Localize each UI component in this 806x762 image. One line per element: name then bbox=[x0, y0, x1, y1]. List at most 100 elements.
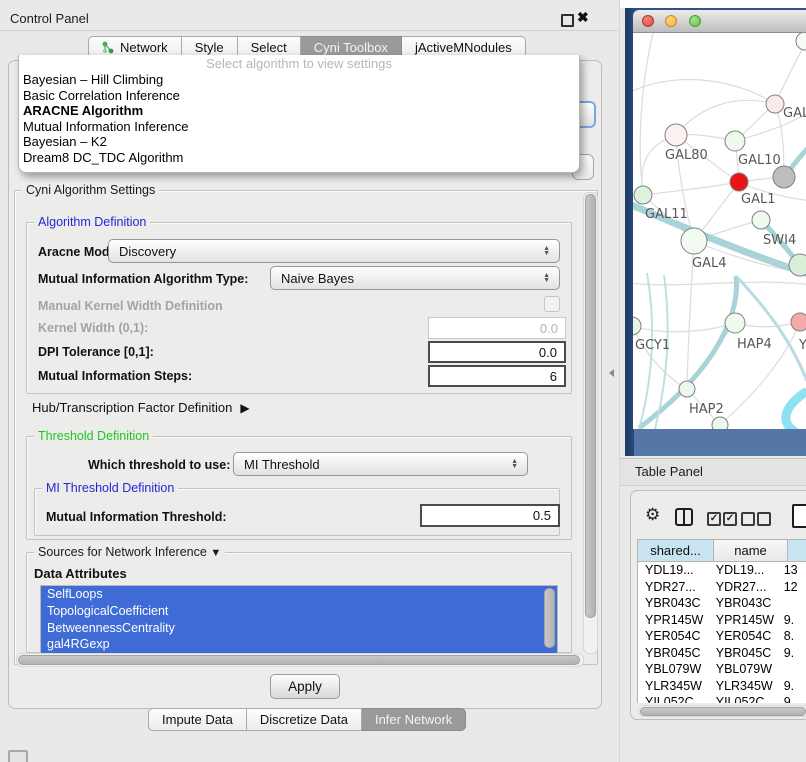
network-edge[interactable] bbox=[643, 182, 739, 195]
attribute-item-gal4rgexp[interactable]: gal4RGexp bbox=[41, 636, 557, 653]
zoom-window-icon[interactable] bbox=[689, 15, 701, 27]
table-horizontal-scrollbar-thumb[interactable] bbox=[640, 707, 806, 716]
tab-discretize-data[interactable]: Discretize Data bbox=[247, 708, 362, 731]
tab-impute-data[interactable]: Impute Data bbox=[148, 708, 247, 731]
table-cell: YBR045C bbox=[709, 646, 777, 660]
kernel-width-input[interactable]: 0.0 bbox=[428, 317, 566, 339]
table-row[interactable]: YDR27...YDR27...12 bbox=[638, 579, 806, 596]
deselect-checkbox2-icon[interactable] bbox=[757, 512, 771, 526]
table-cell: YLR345W bbox=[638, 679, 709, 693]
algorithm-option-bayesian-k2[interactable]: Bayesian – K2 bbox=[19, 134, 579, 150]
network-window[interactable]: GALGAL80GAL10GAL1GAL11SWI4GAL4GCY1HAP4YH… bbox=[633, 10, 806, 428]
node-label-gal10: GAL10 bbox=[738, 153, 781, 168]
settings-horizontal-scrollbar-thumb[interactable] bbox=[18, 655, 580, 665]
sources-title-text: Sources for Network Inference bbox=[38, 545, 207, 559]
columns-icon[interactable] bbox=[675, 508, 693, 526]
dpi-tolerance-input[interactable]: 0.0 bbox=[428, 341, 566, 363]
table-row[interactable]: YBL079WYBL079W bbox=[638, 661, 806, 678]
table-row[interactable]: YIL052CYIL052C9 bbox=[638, 694, 806, 703]
table-cell: 9. bbox=[777, 646, 806, 660]
tab-infer-network[interactable]: Infer Network bbox=[362, 708, 466, 731]
network-node[interactable] bbox=[766, 95, 784, 113]
mi-type-combo[interactable]: Naive Bayes ▲▼ bbox=[270, 266, 560, 290]
algorithm-option-basic-correlation-inference[interactable]: Basic Correlation Inference bbox=[19, 88, 579, 104]
algorithm-option-aracne-algorithm[interactable]: ARACNE Algorithm bbox=[19, 103, 579, 119]
network-node[interactable] bbox=[634, 186, 652, 204]
node-label-gal80: GAL80 bbox=[665, 148, 708, 163]
column-header-shared[interactable]: shared... bbox=[637, 539, 714, 562]
network-edge[interactable] bbox=[775, 45, 805, 104]
new-table-icon[interactable] bbox=[792, 504, 806, 528]
table-row[interactable]: YDL19...YDL19...13 bbox=[638, 562, 806, 579]
network-node[interactable] bbox=[773, 166, 795, 188]
data-attributes-list[interactable]: SelfLoopsTopologicalCoefficientBetweenne… bbox=[40, 585, 558, 654]
settings-vertical-scrollbar-thumb[interactable] bbox=[585, 194, 596, 618]
combo-stepper-icon: ▲▼ bbox=[543, 273, 559, 283]
network-node[interactable] bbox=[679, 381, 695, 397]
tab-jactivemnodules-label: jActiveMNodules bbox=[415, 40, 512, 55]
hub-tf-definition-toggle[interactable]: Hub/Transcription Factor Definition ▶ bbox=[32, 400, 250, 415]
tab-network-label: Network bbox=[120, 40, 168, 55]
split-divider-arrow-icon[interactable] bbox=[609, 369, 614, 377]
network-node[interactable] bbox=[725, 131, 745, 151]
table-row[interactable]: YBR043CYBR043C bbox=[638, 595, 806, 612]
network-window-titlebar[interactable] bbox=[633, 10, 806, 33]
network-node[interactable] bbox=[725, 313, 745, 333]
node-label-hap4: HAP4 bbox=[737, 337, 772, 352]
algorithm-option-dream8-dc-tdc-algorithm[interactable]: Dream8 DC_TDC Algorithm bbox=[19, 150, 579, 166]
mi-threshold-group-title: MI Threshold Definition bbox=[42, 481, 178, 495]
algorithm-option-mutual-information-inference[interactable]: Mutual Information Inference bbox=[19, 119, 579, 135]
mi-steps-input[interactable]: 6 bbox=[428, 365, 566, 387]
gear-icon[interactable]: ⚙ bbox=[645, 505, 660, 525]
apply-button[interactable]: Apply bbox=[270, 674, 340, 699]
table-row[interactable]: YBR045CYBR045C9. bbox=[638, 645, 806, 662]
attributes-list-scrollbar-thumb[interactable] bbox=[544, 588, 555, 648]
deselect-checkbox-icon[interactable] bbox=[741, 512, 755, 526]
column-header-name[interactable]: name bbox=[714, 539, 788, 562]
network-node[interactable] bbox=[712, 417, 728, 429]
network-node[interactable] bbox=[665, 124, 687, 146]
table-row[interactable]: YLR345WYLR345W9. bbox=[638, 678, 806, 695]
manual-kernel-checkbox[interactable] bbox=[544, 296, 560, 312]
which-threshold-combo[interactable]: MI Threshold ▲▼ bbox=[233, 452, 528, 476]
network-node[interactable] bbox=[796, 33, 806, 50]
network-node[interactable] bbox=[633, 317, 641, 335]
sources-group-title[interactable]: Sources for Network Inference ▼ bbox=[34, 545, 225, 560]
mi-threshold-value: 0.5 bbox=[533, 508, 551, 523]
kernel-width-value: 0.0 bbox=[540, 321, 558, 336]
attribute-item-betweennesscentrality[interactable]: BetweennessCentrality bbox=[41, 620, 557, 637]
column-header-a[interactable]: A bbox=[788, 539, 806, 562]
network-node[interactable] bbox=[752, 211, 770, 229]
attribute-item-selfloops[interactable]: SelfLoops bbox=[41, 586, 557, 603]
minimized-panel-icon[interactable] bbox=[8, 750, 28, 762]
network-edge[interactable] bbox=[633, 282, 806, 285]
minimize-window-icon[interactable] bbox=[665, 15, 677, 27]
network-node[interactable] bbox=[789, 254, 806, 276]
select-all-checkbox-icon[interactable]: ✓ bbox=[707, 512, 721, 526]
mi-threshold-input[interactable]: 0.5 bbox=[420, 504, 560, 527]
close-panel-icon[interactable]: ✖ bbox=[577, 9, 589, 26]
select-all-checkbox2-icon[interactable]: ✓ bbox=[723, 512, 737, 526]
table-cell: YBL079W bbox=[709, 662, 777, 676]
node-label-gal11: GAL11 bbox=[645, 207, 688, 222]
table-row[interactable]: YER054CYER054C8. bbox=[638, 628, 806, 645]
table-row[interactable]: YPR145WYPR145W9. bbox=[638, 612, 806, 629]
attribute-item-topologicalcoefficient[interactable]: TopologicalCoefficient bbox=[41, 603, 557, 620]
data-attributes-label: Data Attributes bbox=[34, 566, 127, 581]
network-node[interactable] bbox=[791, 313, 806, 331]
table-cell: YER054C bbox=[638, 629, 709, 643]
network-edge[interactable] bbox=[633, 323, 735, 332]
table-cell: YLR345W bbox=[709, 679, 777, 693]
network-canvas[interactable]: GALGAL80GAL10GAL1GAL11SWI4GAL4GCY1HAP4YH… bbox=[633, 33, 806, 429]
node-label-gal4: GAL4 bbox=[692, 256, 726, 271]
close-window-icon[interactable] bbox=[642, 15, 654, 27]
network-edge[interactable] bbox=[633, 326, 687, 389]
network-node[interactable] bbox=[730, 173, 748, 191]
algorithm-option-bayesian-hill-climbing[interactable]: Bayesian – Hill Climbing bbox=[19, 72, 579, 88]
aracne-mode-combo[interactable]: Discovery ▲▼ bbox=[108, 239, 560, 263]
application-window: Control Panel ✖ NetworkStyleSelectCyni T… bbox=[0, 0, 806, 762]
float-panel-icon[interactable] bbox=[561, 14, 574, 27]
network-node[interactable] bbox=[681, 228, 707, 254]
network-edge[interactable] bbox=[786, 391, 806, 429]
collapse-arrow-icon: ▼ bbox=[210, 547, 221, 559]
